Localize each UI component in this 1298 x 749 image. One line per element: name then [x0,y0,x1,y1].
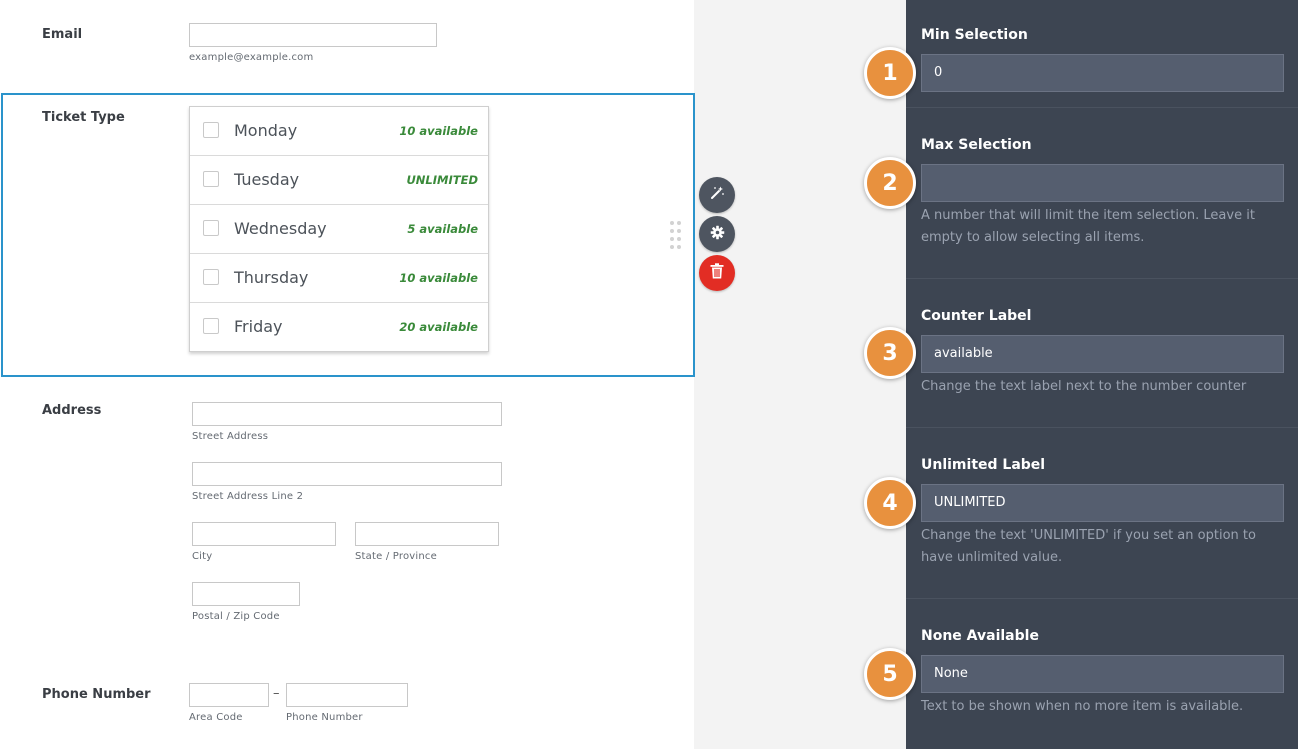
email-input[interactable] [189,23,437,47]
phone-number-input[interactable] [286,683,408,707]
option-name: Wednesday [234,219,327,238]
option-availability: 20 available [399,320,478,334]
street-address-input[interactable] [192,402,502,426]
option-name: Monday [234,121,298,140]
unlimited-label-input[interactable]: UNLIMITED [921,484,1284,522]
min-selection-input[interactable]: 0 [921,54,1284,92]
area-code-sublabel: Area Code [189,712,243,723]
step-badge-2: 2 [864,157,916,209]
street-address-line2-sublabel: Street Address Line 2 [192,491,304,502]
unlimited-label-help: Change the text 'UNLIMITED' if you set a… [921,528,1256,565]
checkbox[interactable] [203,318,219,334]
counter-label-input[interactable]: available [921,335,1284,373]
none-available-section: None Available None Text to be shown whe… [906,599,1298,749]
step-badge-5: 5 [864,648,916,700]
step-badge-4: 4 [864,477,916,529]
max-selection-help: A number that will limit the item select… [921,208,1255,245]
min-selection-section: Min Selection 0 [906,0,1298,108]
checkbox[interactable] [203,171,219,187]
none-available-help: Text to be shown when no more item is av… [921,699,1244,714]
state-sublabel: State / Province [355,551,437,562]
option-name: Tuesday [234,170,300,189]
checkbox[interactable] [203,220,219,236]
ticket-option-tuesday[interactable]: Tuesday UNLIMITED [190,156,488,205]
street-address-sublabel: Street Address [192,431,269,442]
ticket-type-label: Ticket Type [42,110,125,125]
delete-field-button[interactable] [699,255,735,291]
field-properties-button[interactable] [699,216,735,252]
counter-label-help: Change the text label next to the number… [921,379,1247,394]
step-badge-1: 1 [864,47,916,99]
option-name: Friday [234,317,283,336]
step-badge-3: 3 [864,327,916,379]
email-sublabel: example@example.com [189,52,314,63]
address-label: Address [42,403,102,418]
checkbox[interactable] [203,269,219,285]
option-availability: 10 available [399,271,478,285]
properties-panel: Min Selection 0 Max Selection A number t… [906,0,1298,749]
ticket-options-list: Monday 10 available Tuesday UNLIMITED We… [189,106,489,352]
max-selection-title: Max Selection [921,137,1032,153]
trash-icon [710,263,724,283]
area-code-input[interactable] [189,683,269,707]
checkbox[interactable] [203,122,219,138]
email-label: Email [42,27,83,42]
option-availability: 10 available [399,124,478,138]
city-input[interactable] [192,522,336,546]
option-availability: 5 available [407,222,478,236]
max-selection-section: Max Selection A number that will limit t… [906,108,1298,279]
gear-icon [710,225,725,244]
state-input[interactable] [355,522,499,546]
unlimited-label-title: Unlimited Label [921,457,1046,473]
drag-handle-icon[interactable] [670,221,682,249]
ticket-option-wednesday[interactable]: Wednesday 5 available [190,205,488,254]
none-available-title: None Available [921,628,1039,644]
postal-code-input[interactable] [192,582,300,606]
ticket-option-monday[interactable]: Monday 10 available [190,107,488,156]
none-available-input[interactable]: None [921,655,1284,693]
counter-label-section: Counter Label available Change the text … [906,279,1298,428]
wizard-button[interactable] [699,177,735,213]
min-selection-title: Min Selection [921,27,1028,43]
form-canvas: Email example@example.com Ticket Type Mo… [0,0,695,749]
magic-wand-icon [709,185,725,205]
ticket-option-thursday[interactable]: Thursday 10 available [190,254,488,303]
counter-label-title: Counter Label [921,308,1032,324]
unlimited-label-section: Unlimited Label UNLIMITED Change the tex… [906,428,1298,599]
phone-number-label: Phone Number [42,687,151,702]
option-availability: UNLIMITED [406,173,478,187]
ticket-option-friday[interactable]: Friday 20 available [190,303,488,352]
phone-separator: – [273,686,280,701]
phone-number-sublabel: Phone Number [286,712,363,723]
postal-code-sublabel: Postal / Zip Code [192,611,280,622]
option-name: Thursday [234,268,309,287]
street-address-line2-input[interactable] [192,462,502,486]
max-selection-input[interactable] [921,164,1284,202]
city-sublabel: City [192,551,213,562]
